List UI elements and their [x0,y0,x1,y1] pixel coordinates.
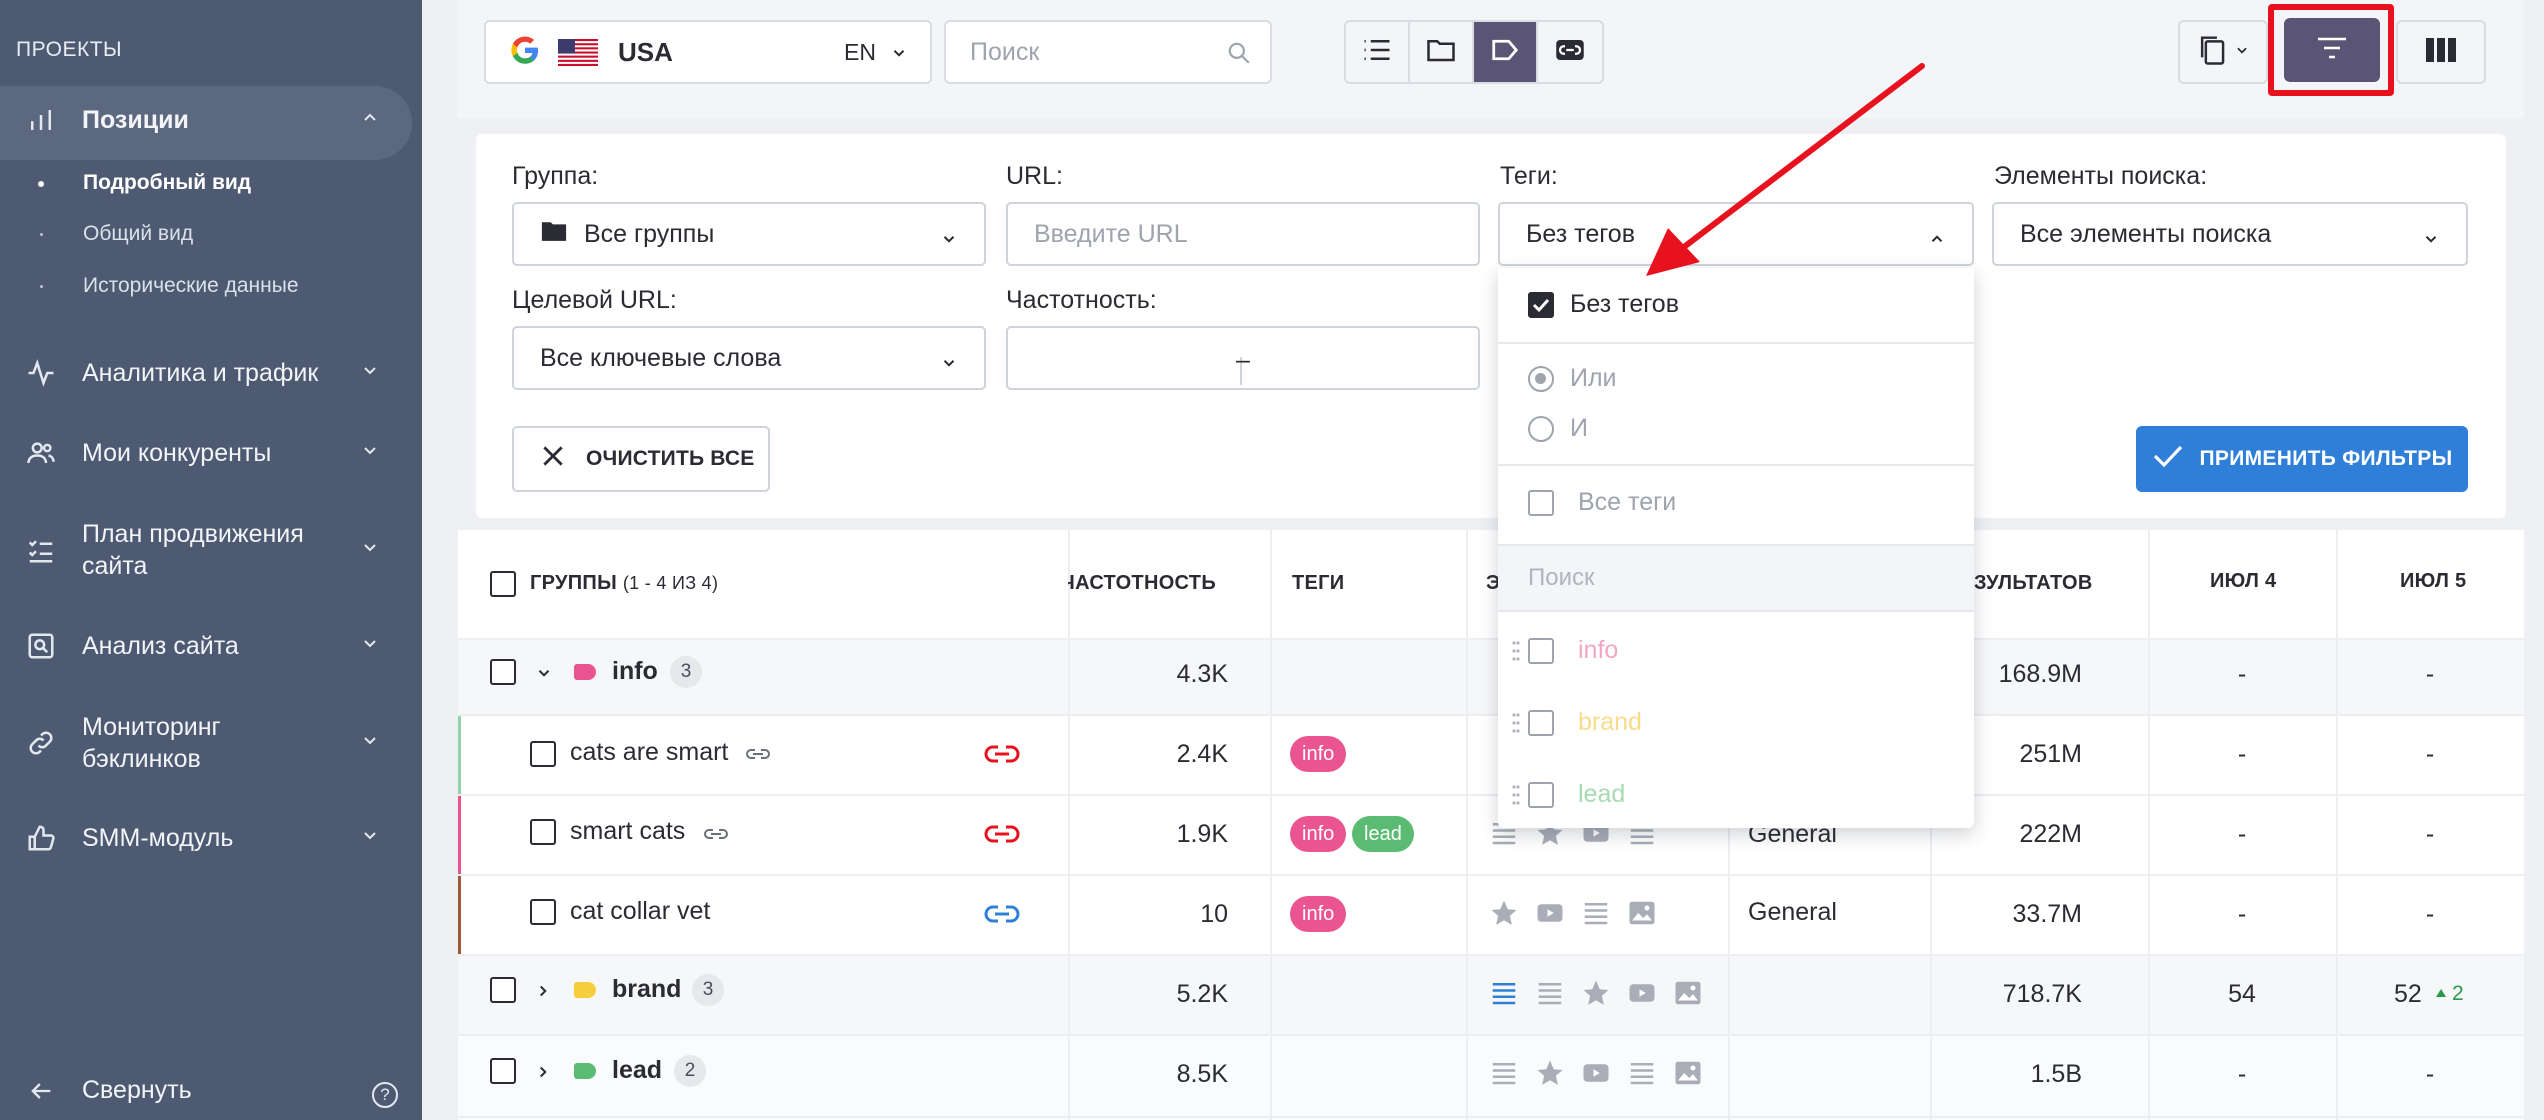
annotation-arrow [1646,63,1925,276]
